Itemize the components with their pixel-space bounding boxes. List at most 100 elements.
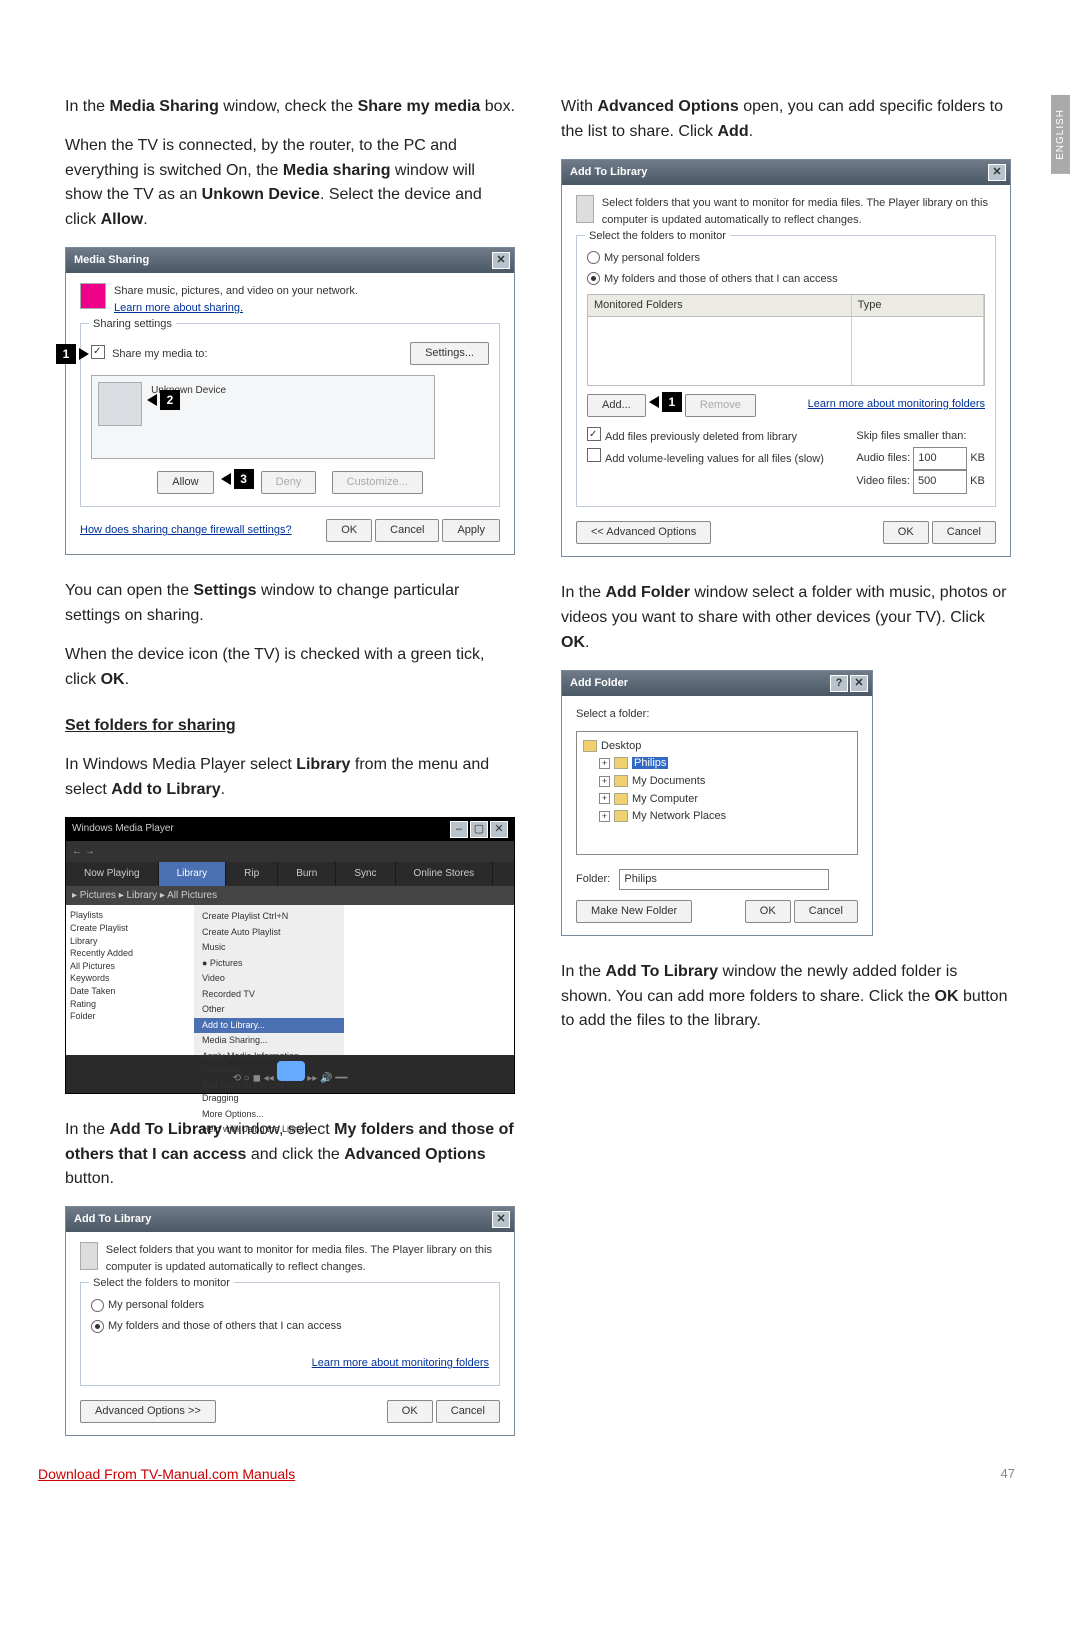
radio-personal[interactable] <box>587 251 600 264</box>
advanced-options-button[interactable]: << Advanced Options <box>576 521 711 544</box>
remove-button[interactable]: Remove <box>685 394 756 417</box>
wmp-menu-item[interactable]: Add to Library... <box>194 1018 344 1034</box>
deny-button[interactable]: Deny <box>261 471 317 494</box>
wmp-side-item[interactable]: Create Playlist <box>70 922 190 935</box>
maximize-icon[interactable]: ▢ <box>470 821 488 838</box>
close-icon[interactable]: ✕ <box>492 252 510 269</box>
wmp-menu-item[interactable]: Create Playlist Ctrl+N <box>194 909 344 925</box>
close-icon[interactable]: ✕ <box>988 164 1006 181</box>
media-sharing-desc: Share music, pictures, and video on your… <box>114 283 358 300</box>
tree-item[interactable]: +My Network Places <box>583 808 851 826</box>
wmp-tab[interactable]: Rip <box>226 862 278 886</box>
close-icon[interactable]: ✕ <box>490 821 508 838</box>
wmp-side-item[interactable]: Folder <box>70 1010 190 1023</box>
skip-label: Skip files smaller than: <box>856 427 985 447</box>
allow-button[interactable]: Allow <box>157 471 213 494</box>
arrow-icon <box>147 394 157 406</box>
help-icon[interactable]: ? <box>830 675 848 692</box>
learn-monitoring-link[interactable]: Learn more about monitoring folders <box>808 396 985 413</box>
ok-button[interactable]: OK <box>387 1400 433 1423</box>
add-button[interactable]: Add... <box>587 394 646 417</box>
ok-button[interactable]: OK <box>326 519 372 542</box>
tree-item[interactable]: +Philips <box>583 755 851 773</box>
add-to-library-window-simple: Add To Library ✕ Select folders that you… <box>65 1206 515 1435</box>
cb-volume[interactable] <box>587 448 601 462</box>
wmp-side-item[interactable]: Keywords <box>70 972 190 985</box>
video-label: Video files: <box>856 475 910 487</box>
advanced-options-button[interactable]: Advanced Options >> <box>80 1400 216 1423</box>
wmp-menu-item[interactable]: Create Auto Playlist <box>194 925 344 941</box>
firewall-link[interactable]: How does sharing change firewall setting… <box>80 522 292 539</box>
wmp-tab[interactable]: Online Stores <box>396 862 494 886</box>
para: You can open the Settings window to chan… <box>65 579 515 629</box>
wmp-menu-item[interactable]: Other <box>194 1002 344 1018</box>
video-field[interactable]: 500 <box>913 470 967 494</box>
wmp-side-item[interactable]: Date Taken <box>70 985 190 998</box>
wmp-tab[interactable]: Library <box>159 862 227 886</box>
cancel-button[interactable]: Cancel <box>436 1400 500 1423</box>
wmp-tab[interactable]: Sync <box>336 862 395 886</box>
wmp-side-item[interactable]: Rating <box>70 998 190 1011</box>
customize-button[interactable]: Customize... <box>332 471 423 494</box>
right-column: With Advanced Options open, you can add … <box>561 95 1011 1460</box>
select-folder-label: Select a folder: <box>576 706 858 723</box>
cancel-button[interactable]: Cancel <box>932 521 996 544</box>
library-icon <box>576 195 594 223</box>
wmp-side-item[interactable]: Library <box>70 935 190 948</box>
wmp-breadcrumb: ▸ Pictures ▸ Library ▸ All Pictures <box>66 886 514 906</box>
cancel-button[interactable]: Cancel <box>794 900 858 923</box>
fieldset-legend: Sharing settings <box>89 316 176 333</box>
ok-button[interactable]: OK <box>745 900 791 923</box>
para: When the device icon (the TV) is checked… <box>65 643 515 693</box>
tree-item[interactable]: +My Computer <box>583 791 851 809</box>
para: In the Add Folder window select a folder… <box>561 581 1011 655</box>
cb-deleted[interactable] <box>587 427 601 441</box>
arrow-icon <box>79 348 89 360</box>
learn-monitoring-link[interactable]: Learn more about monitoring folders <box>312 1357 489 1369</box>
learn-more-link[interactable]: Learn more about sharing. <box>114 300 358 317</box>
wmp-side-item[interactable]: All Pictures <box>70 960 190 973</box>
tree-item[interactable]: Desktop <box>583 738 851 756</box>
ok-button[interactable]: OK <box>883 521 929 544</box>
minimize-icon[interactable]: – <box>450 821 468 838</box>
folder-field[interactable]: Philips <box>619 869 829 890</box>
settings-button[interactable]: Settings... <box>410 342 489 365</box>
make-folder-button[interactable]: Make New Folder <box>576 900 692 923</box>
para: In the Media Sharing window, check the S… <box>65 95 515 120</box>
play-button[interactable] <box>277 1061 305 1081</box>
para: With Advanced Options open, you can add … <box>561 95 1011 145</box>
tree-item[interactable]: +My Documents <box>583 773 851 791</box>
section-heading: Set folders for sharing <box>65 714 515 739</box>
close-icon[interactable]: ✕ <box>492 1211 510 1228</box>
cancel-button[interactable]: Cancel <box>375 519 439 542</box>
share-label: Share my media to: <box>112 348 207 360</box>
para: When the TV is connected, by the router,… <box>65 134 515 233</box>
audio-field[interactable]: 100 <box>913 447 967 471</box>
radio-shared[interactable] <box>91 1320 104 1333</box>
close-icon[interactable]: ✕ <box>850 675 868 692</box>
footer-link[interactable]: Download From TV-Manual.com Manuals <box>38 1466 295 1482</box>
unit-label: KB <box>970 452 985 464</box>
radio-shared[interactable] <box>587 272 600 285</box>
folder-tree[interactable]: Desktop+Philips+My Documents+My Computer… <box>576 731 858 855</box>
callout-3: 3 <box>234 469 254 489</box>
wmp-menu-item[interactable]: Video <box>194 971 344 987</box>
fieldset-legend: Select the folders to monitor <box>585 228 730 245</box>
wmp-menu-item[interactable]: Recorded TV <box>194 987 344 1003</box>
add-folder-window: Add Folder ?✕ Select a folder: Desktop+P… <box>561 670 873 936</box>
wmp-menu-item[interactable]: Media Sharing... <box>194 1033 344 1049</box>
apply-button[interactable]: Apply <box>442 519 500 542</box>
library-icon <box>80 1242 98 1270</box>
wmp-side-item[interactable]: Playlists <box>70 909 190 922</box>
radio-personal[interactable] <box>91 1299 104 1312</box>
wmp-tab[interactable]: Now Playing <box>66 862 159 886</box>
radio-label: My personal folders <box>604 252 700 264</box>
wmp-menu-item[interactable]: Music <box>194 940 344 956</box>
para: In the Add To Library window the newly a… <box>561 960 1011 1034</box>
device-icon[interactable] <box>98 382 142 426</box>
wmp-side-item[interactable]: Recently Added <box>70 947 190 960</box>
share-checkbox[interactable] <box>91 345 105 359</box>
page-number: 47 <box>1001 1466 1015 1482</box>
wmp-menu-item[interactable]: ● Pictures <box>194 956 344 972</box>
wmp-tab[interactable]: Burn <box>278 862 336 886</box>
